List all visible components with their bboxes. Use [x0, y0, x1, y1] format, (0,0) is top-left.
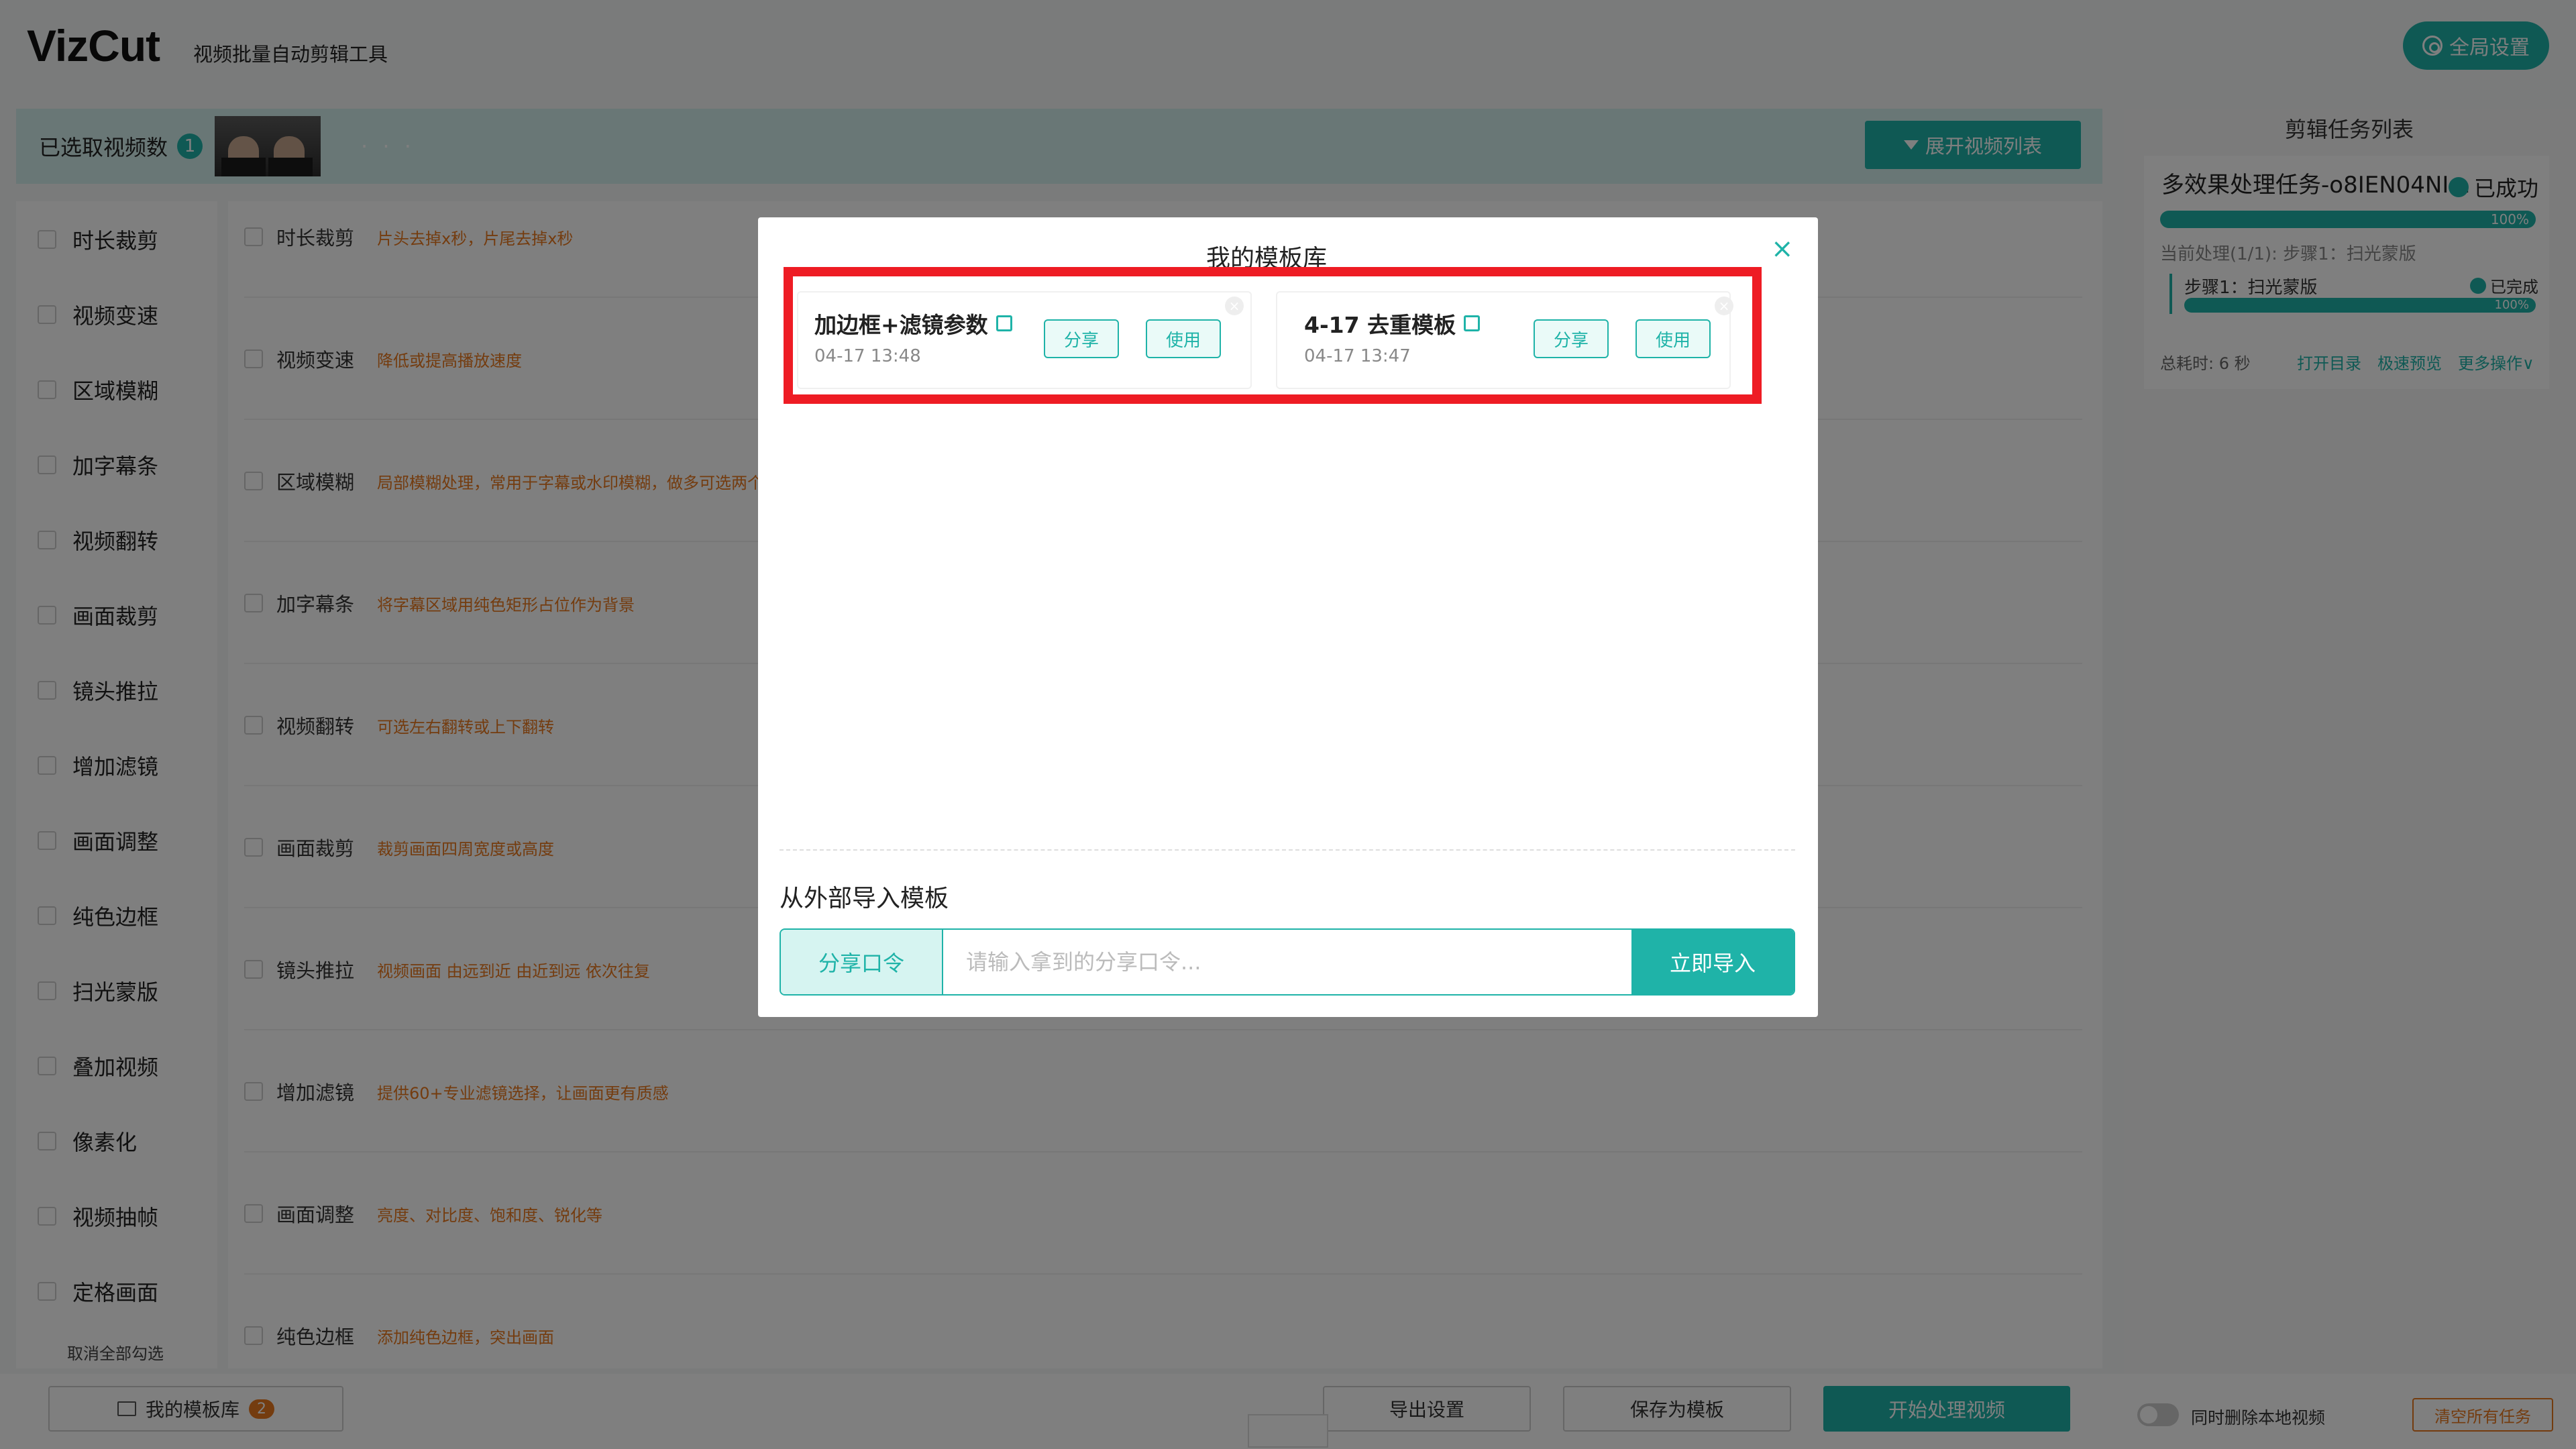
import-now-button[interactable]: 立即导入 — [1631, 930, 1794, 994]
import-title: 从外部导入模板 — [780, 885, 949, 912]
share-code-input[interactable] — [943, 930, 1631, 994]
divider — [780, 849, 1795, 851]
highlight-box — [784, 267, 1762, 404]
close-icon[interactable]: × — [1771, 233, 1794, 264]
share-code-label: 分享口令 — [781, 930, 943, 994]
import-group: 分享口令 立即导入 — [780, 928, 1795, 996]
